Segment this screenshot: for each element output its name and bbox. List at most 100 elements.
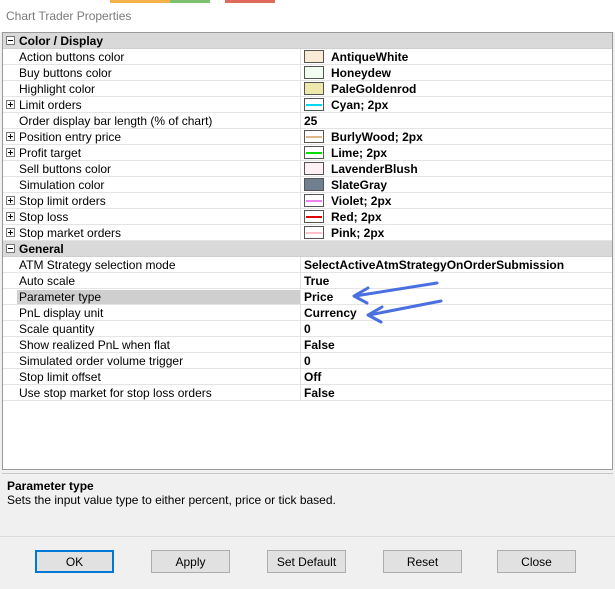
expand-icon[interactable]: [6, 148, 15, 157]
column-separator: [300, 193, 301, 209]
property-value[interactable]: SelectActiveAtmStrategyOnOrderSubmission: [304, 258, 564, 272]
property-name: Position entry price: [19, 130, 122, 144]
property-value[interactable]: Currency: [304, 306, 357, 320]
column-separator: [300, 353, 301, 369]
description-title: Parameter type: [7, 479, 94, 493]
expand-icon-v: [10, 198, 11, 203]
property-row-simulation-color[interactable]: Simulation color SlateGray: [3, 177, 612, 193]
property-value[interactable]: AntiqueWhite: [331, 50, 408, 64]
property-value[interactable]: PaleGoldenrod: [331, 82, 416, 96]
property-row-stop-market-orders[interactable]: Stop market orders Pink; 2px: [3, 225, 612, 241]
property-name: Parameter type: [17, 290, 300, 304]
property-row-parameter-type[interactable]: Parameter type Price: [3, 289, 612, 305]
property-row-stop-limit-offset[interactable]: Stop limit offset Off: [3, 369, 612, 385]
property-value[interactable]: 0: [304, 354, 311, 368]
property-row-use-stop-market-for-stop-loss-orders[interactable]: Use stop market for stop loss orders Fals…: [3, 385, 612, 401]
property-row-simulated-order-volume-trigger[interactable]: Simulated order volume trigger 0: [3, 353, 612, 369]
color-swatch[interactable]: [304, 146, 324, 159]
expand-icon[interactable]: [6, 100, 15, 109]
column-separator: [300, 289, 301, 305]
property-row-limit-orders[interactable]: Limit orders Cyan; 2px: [3, 97, 612, 113]
column-separator: [300, 257, 301, 273]
property-name: Stop limit offset: [19, 370, 101, 384]
reset-button[interactable]: Reset: [383, 550, 462, 573]
column-separator: [300, 273, 301, 289]
collapse-icon[interactable]: [6, 36, 15, 45]
property-row-auto-scale[interactable]: Auto scale True: [3, 273, 612, 289]
close-button[interactable]: Close: [497, 550, 576, 573]
property-grid[interactable]: Color / Display Action buttons color Anti…: [2, 32, 613, 470]
property-row-stop-limit-orders[interactable]: Stop limit orders Violet; 2px: [3, 193, 612, 209]
property-value[interactable]: Cyan; 2px: [331, 98, 388, 112]
property-name: Action buttons color: [19, 50, 125, 64]
property-row-buy-buttons-color[interactable]: Buy buttons color Honeydew: [3, 65, 612, 81]
category-label: Color / Display: [19, 34, 104, 48]
property-row-sell-buttons-color[interactable]: Sell buttons color LavenderBlush: [3, 161, 612, 177]
title-decoration: [110, 0, 170, 3]
collapse-icon[interactable]: [6, 244, 15, 253]
expand-icon[interactable]: [6, 212, 15, 221]
color-swatch[interactable]: [304, 130, 324, 143]
swatch-line: [306, 216, 322, 218]
property-value[interactable]: Off: [304, 370, 321, 384]
color-swatch[interactable]: [304, 82, 324, 95]
property-row-pnl-display-unit[interactable]: PnL display unit Currency: [3, 305, 612, 321]
property-value[interactable]: 0: [304, 322, 311, 336]
apply-button[interactable]: Apply: [151, 550, 230, 573]
property-value[interactable]: Price: [304, 290, 333, 304]
ok-button[interactable]: OK: [35, 550, 114, 573]
expand-icon[interactable]: [6, 132, 15, 141]
property-row-order-display-bar-length-of-chart[interactable]: Order display bar length (% of chart) 25: [3, 113, 612, 129]
color-swatch[interactable]: [304, 194, 324, 207]
color-swatch[interactable]: [304, 162, 324, 175]
property-value[interactable]: False: [304, 338, 335, 352]
color-swatch[interactable]: [304, 98, 324, 111]
property-row-position-entry-price[interactable]: Position entry price BurlyWood; 2px: [3, 129, 612, 145]
expand-icon[interactable]: [6, 228, 15, 237]
property-value[interactable]: LavenderBlush: [331, 162, 418, 176]
column-separator: [300, 209, 301, 225]
property-row-profit-target[interactable]: Profit target Lime; 2px: [3, 145, 612, 161]
property-value[interactable]: Lime; 2px: [331, 146, 387, 160]
property-row-action-buttons-color[interactable]: Action buttons color AntiqueWhite: [3, 49, 612, 65]
color-swatch[interactable]: [304, 50, 324, 63]
column-separator: [300, 305, 301, 321]
property-value[interactable]: SlateGray: [331, 178, 387, 192]
property-value[interactable]: True: [304, 274, 329, 288]
property-row-stop-loss[interactable]: Stop loss Red; 2px: [3, 209, 612, 225]
property-value[interactable]: Pink; 2px: [331, 226, 384, 240]
property-name: Stop limit orders: [19, 194, 106, 208]
color-swatch[interactable]: [304, 210, 324, 223]
property-value[interactable]: Honeydew: [331, 66, 391, 80]
color-swatch[interactable]: [304, 66, 324, 79]
property-row-atm-strategy-selection-mode[interactable]: ATM Strategy selection mode SelectActiveA…: [3, 257, 612, 273]
column-separator: [300, 49, 301, 65]
property-name: ATM Strategy selection mode: [19, 258, 176, 272]
color-swatch[interactable]: [304, 226, 324, 239]
title-decoration: [170, 0, 210, 3]
property-row-show-realized-pnl-when-flat[interactable]: Show realized PnL when flat False: [3, 337, 612, 353]
property-value[interactable]: 25: [304, 114, 317, 128]
expand-icon[interactable]: [6, 196, 15, 205]
category-general[interactable]: General: [3, 241, 612, 257]
column-separator: [300, 385, 301, 401]
description-text: Sets the input value type to either perc…: [7, 493, 336, 507]
color-swatch[interactable]: [304, 178, 324, 191]
category-color-display[interactable]: Color / Display: [3, 33, 612, 49]
property-value[interactable]: False: [304, 386, 335, 400]
property-value[interactable]: Red; 2px: [331, 210, 382, 224]
swatch-line: [306, 104, 322, 106]
property-value[interactable]: BurlyWood; 2px: [331, 130, 423, 144]
set-default-button[interactable]: Set Default: [267, 550, 346, 573]
property-row-scale-quantity[interactable]: Scale quantity 0: [3, 321, 612, 337]
window-title: Chart Trader Properties: [6, 9, 132, 23]
column-separator: [300, 321, 301, 337]
column-separator: [300, 97, 301, 113]
property-value[interactable]: Violet; 2px: [331, 194, 391, 208]
expand-icon-v: [10, 230, 11, 235]
category-label: General: [19, 242, 64, 256]
expand-icon-v: [10, 134, 11, 139]
expand-icon-v: [10, 102, 11, 107]
button-bar: OK Apply Set Default Reset Close: [0, 536, 615, 589]
property-row-highlight-color[interactable]: Highlight color PaleGoldenrod: [3, 81, 612, 97]
